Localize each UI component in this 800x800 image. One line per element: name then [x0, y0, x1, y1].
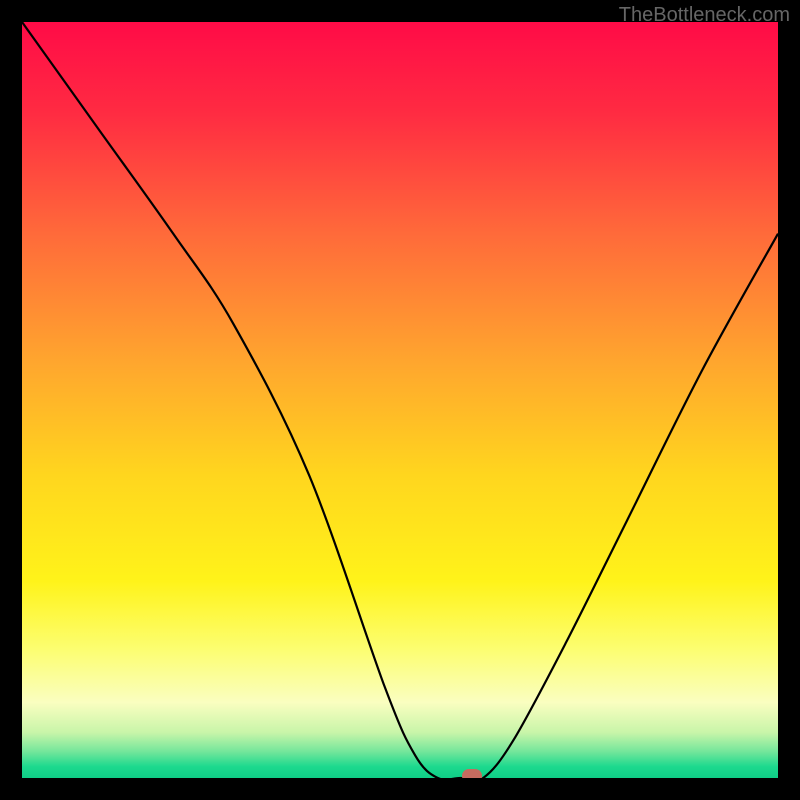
watermark-text: TheBottleneck.com: [619, 4, 790, 27]
optimal-marker: [462, 769, 482, 778]
plot-area: [22, 22, 778, 778]
bottleneck-curve: [22, 22, 778, 778]
